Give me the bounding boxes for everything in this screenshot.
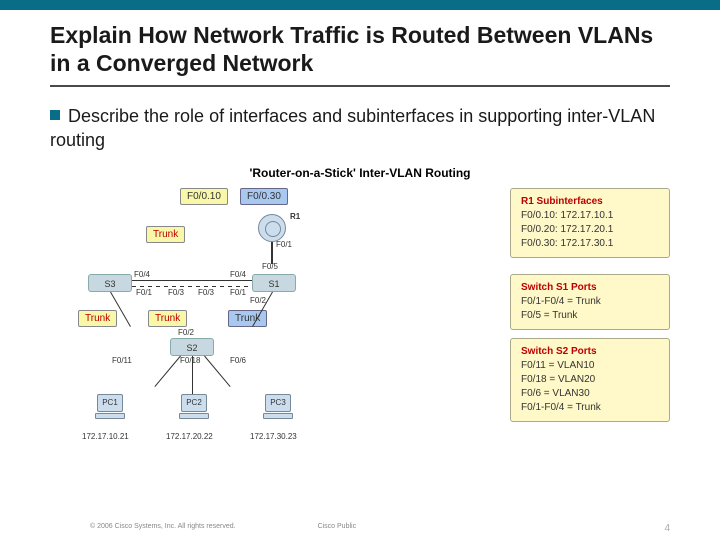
panel-s2-ports: Switch S2 Ports F0/11 = VLAN10 F0/18 = V…: [510, 338, 670, 422]
label-f03: F0/3: [168, 288, 184, 297]
footer-copyright: © 2006 Cisco Systems, Inc. All rights re…: [90, 523, 236, 530]
label-f01b: F0/1: [136, 288, 152, 297]
panel3-l1: F0/11 = VLAN10: [521, 359, 659, 373]
pc3-icon: PC3: [260, 394, 296, 428]
bullet-icon: [50, 110, 60, 120]
label-f04a: F0/4: [134, 270, 150, 279]
label-f02b: F0/2: [178, 328, 194, 337]
label-ip2: 172.17.20.22: [166, 432, 213, 441]
label-pc3: PC3: [260, 398, 296, 407]
panel-s1-ports: Switch S1 Ports F0/1-F0/4 = Trunk F0/5 =…: [510, 274, 670, 330]
panel2-l1: F0/1-F0/4 = Trunk: [521, 295, 659, 309]
label-pc2: PC2: [176, 398, 212, 407]
panel1-title: R1 Subinterfaces: [521, 195, 659, 209]
label-ip1: 172.17.10.21: [82, 432, 129, 441]
bullet-content: Describe the role of interfaces and subi…: [50, 106, 655, 149]
label-f0010: F0/0.10: [180, 188, 228, 205]
bullet-text: Describe the role of interfaces and subi…: [0, 87, 720, 162]
link-s3-s1-top: [132, 280, 252, 281]
label-pc1: PC1: [92, 398, 128, 407]
link-s2-pc3: [204, 356, 230, 387]
label-f01c: F0/1: [230, 288, 246, 297]
panel3-l2: F0/18 = VLAN20: [521, 373, 659, 387]
panel2-title: Switch S1 Ports: [521, 281, 659, 295]
switch-s2: S2: [170, 338, 214, 356]
pc1-icon: PC1: [92, 394, 128, 428]
footer-public: Cisco Public: [318, 523, 357, 530]
label-trunk-1: Trunk: [146, 226, 185, 243]
label-f05: F0/5: [262, 262, 278, 271]
panel3-title: Switch S2 Ports: [521, 345, 659, 359]
link-s2-pc1: [154, 356, 180, 387]
label-f0030: F0/0.30: [240, 188, 288, 205]
label-f03b: F0/3: [198, 288, 214, 297]
link-s2-pc2: [192, 356, 193, 396]
pc2-icon: PC2: [176, 394, 212, 428]
panel3-l3: F0/6 = VLAN30: [521, 387, 659, 401]
label-f011: F0/11: [112, 356, 132, 365]
label-ip3: 172.17.30.23: [250, 432, 297, 441]
figure-title: 'Router-on-a-Stick' Inter-VLAN Routing: [0, 166, 720, 180]
label-f018: F0/18: [180, 356, 200, 365]
switch-s1: S1: [252, 274, 296, 292]
panel3-l4: F0/1-F0/4 = Trunk: [521, 401, 659, 415]
link-r1-s1: [271, 242, 273, 264]
slide-title: Explain How Network Traffic is Routed Be…: [0, 10, 720, 85]
label-trunk-2: Trunk: [78, 310, 117, 327]
panel1-l3: F0/0.30: 172.17.30.1: [521, 237, 659, 251]
router-icon: [258, 214, 286, 242]
footer: © 2006 Cisco Systems, Inc. All rights re…: [0, 523, 720, 534]
top-bar: [0, 0, 720, 10]
network-diagram: F0/0.10 F0/0.30 R1 F0/1 Trunk F0/5 S3 S1…: [50, 188, 670, 478]
label-f06: F0/6: [230, 356, 246, 365]
switch-s3: S3: [88, 274, 132, 292]
panel-subinterfaces: R1 Subinterfaces F0/0.10: 172.17.10.1 F0…: [510, 188, 670, 258]
panel1-l1: F0/0.10: 172.17.10.1: [521, 209, 659, 223]
label-f01: F0/1: [276, 240, 292, 249]
panel1-l2: F0/0.20: 172.17.20.1: [521, 223, 659, 237]
label-r1: R1: [290, 212, 300, 221]
label-trunk-4: Trunk: [228, 310, 267, 327]
link-s3-s1-dash: [132, 286, 252, 287]
label-f02: F0/2: [250, 296, 266, 305]
label-f04b: F0/4: [230, 270, 246, 279]
slide-number: 4: [664, 523, 670, 534]
panel2-l2: F0/5 = Trunk: [521, 309, 659, 323]
label-trunk-3: Trunk: [148, 310, 187, 327]
